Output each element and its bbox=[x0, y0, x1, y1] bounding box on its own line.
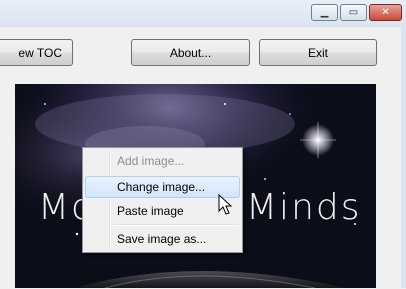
minimize-icon: ▁ bbox=[320, 6, 329, 18]
maximize-button[interactable]: ▭ bbox=[340, 4, 367, 21]
maximize-icon: ▭ bbox=[348, 6, 359, 18]
menu-item-change-image[interactable]: Change image... bbox=[85, 176, 240, 198]
view-toc-label: ew TOC bbox=[18, 45, 62, 60]
about-button[interactable]: About... bbox=[131, 39, 250, 66]
close-icon: ✕ bbox=[381, 6, 390, 18]
close-button[interactable]: ✕ bbox=[369, 4, 402, 21]
window-border bbox=[401, 26, 406, 288]
mouse-cursor-icon bbox=[218, 194, 233, 215]
minimize-button[interactable]: ▁ bbox=[311, 4, 338, 21]
exit-label: Exit bbox=[307, 45, 328, 60]
menu-item-save-image-as[interactable]: Save image as... bbox=[85, 228, 240, 250]
menu-item-paste-image[interactable]: Paste image bbox=[85, 200, 240, 222]
exit-button[interactable]: Exit bbox=[259, 39, 377, 66]
menu-item-add-image[interactable]: Add image... bbox=[85, 150, 240, 172]
title-bar: ▁ ▭ ✕ bbox=[0, 0, 406, 26]
menu-separator bbox=[113, 224, 238, 226]
view-toc-button[interactable]: ew TOC bbox=[0, 39, 73, 66]
about-label: About... bbox=[169, 45, 212, 60]
title-text-right: Minds bbox=[246, 187, 362, 228]
